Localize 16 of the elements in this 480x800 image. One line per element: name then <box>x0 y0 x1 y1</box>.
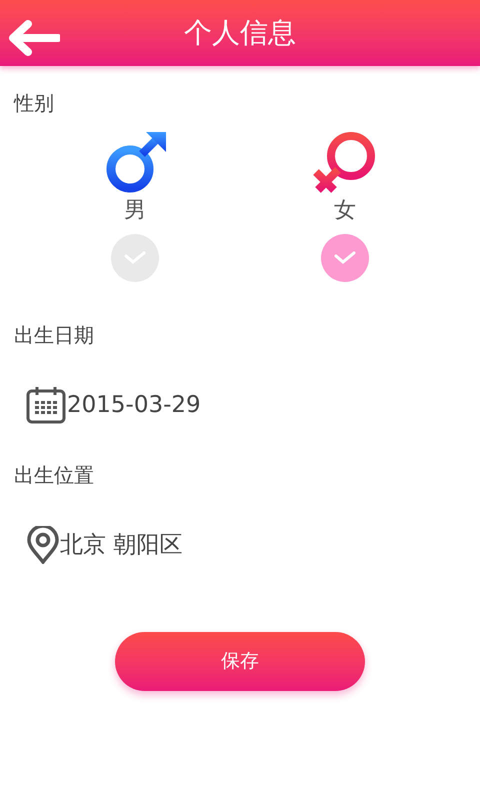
gender-label: 女 <box>334 200 356 222</box>
calendar-icon <box>26 386 66 424</box>
location-pin-icon <box>26 526 60 564</box>
section-label: 性别 <box>14 90 55 117</box>
birth-date-value[interactable]: 2015-03-29 <box>67 388 201 422</box>
gender-radio[interactable] <box>321 234 369 282</box>
page-title: 个人信息 <box>184 15 296 51</box>
check-icon <box>334 251 356 265</box>
section-label: 出生日期 <box>14 322 95 349</box>
back-button[interactable] <box>6 18 62 58</box>
birth-place-value[interactable]: 北京 朝阳区 <box>60 528 182 562</box>
back-arrow-icon <box>8 20 60 56</box>
gender-label: 男 <box>124 200 146 222</box>
save-button[interactable]: 保存 <box>115 632 365 691</box>
section-label: 出生位置 <box>14 462 95 489</box>
female-symbol-icon <box>312 132 378 194</box>
